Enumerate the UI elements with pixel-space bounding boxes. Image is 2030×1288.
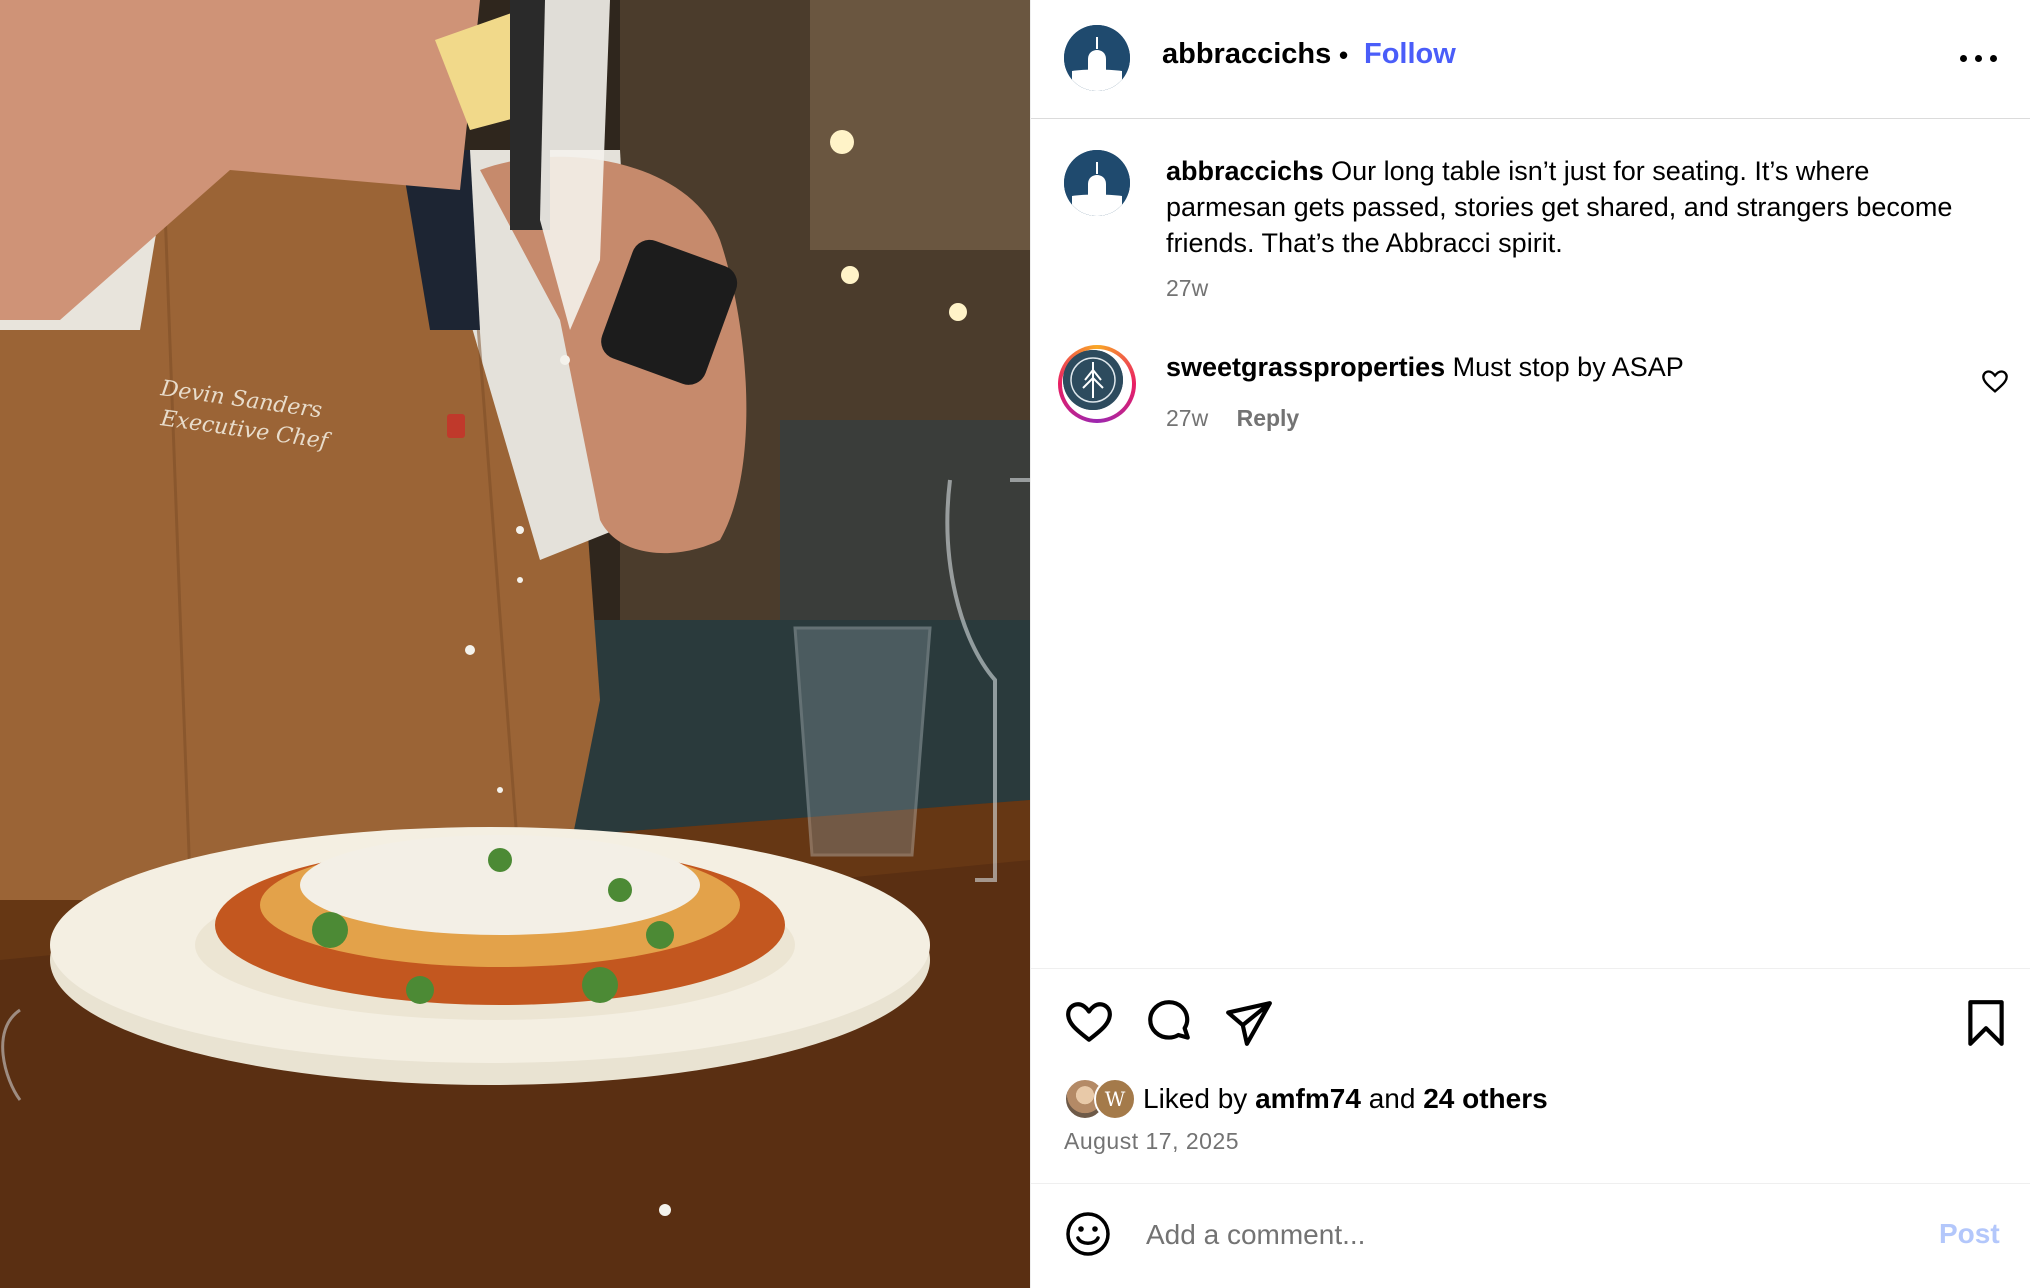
liker-avatar-2[interactable]: W: [1094, 1078, 1136, 1120]
separator-dot: •: [1339, 40, 1349, 70]
comment-timestamp[interactable]: 27w: [1166, 405, 1208, 431]
caption-author-avatar[interactable]: [1064, 150, 1130, 216]
comment-like-heart-icon[interactable]: [1981, 368, 2009, 396]
comment-body: sweetgrassproperties Must stop by ASAP: [1166, 352, 1684, 383]
add-comment-input[interactable]: [1144, 1214, 1908, 1256]
tree-logo-icon: [1063, 350, 1123, 410]
author-avatar[interactable]: [1064, 25, 1130, 91]
commenter-avatar-story-ring[interactable]: [1058, 345, 1136, 423]
commenter-avatar[interactable]: [1063, 350, 1123, 410]
reply-button[interactable]: Reply: [1237, 405, 1300, 431]
share-paper-plane-icon[interactable]: [1224, 998, 1274, 1048]
caption-username[interactable]: abbraccichs: [1166, 156, 1324, 186]
like-heart-icon[interactable]: [1064, 998, 1114, 1048]
liked-by-others-count[interactable]: 24 others: [1423, 1083, 1548, 1114]
author-username[interactable]: abbraccichs: [1162, 38, 1331, 71]
comment-username[interactable]: sweetgrassproperties: [1166, 352, 1445, 382]
post-comment-button[interactable]: Post: [1939, 1218, 2000, 1250]
capitol-logo-icon: [1064, 25, 1130, 91]
liked-by-avatars[interactable]: W: [1064, 1078, 1144, 1120]
capitol-logo-icon: [1064, 150, 1130, 216]
caption-timestamp[interactable]: 27w: [1166, 275, 1208, 302]
food-photo-illustration: Devin Sanders Executive Chef: [0, 0, 1030, 1288]
more-options-icon[interactable]: [1956, 38, 2002, 78]
liked-by-text: Liked by amfm74 and 24 others: [1143, 1083, 1548, 1115]
emoji-icon[interactable]: [1064, 1210, 1112, 1258]
post-photo[interactable]: Devin Sanders Executive Chef: [0, 0, 1030, 1288]
follow-button[interactable]: Follow: [1364, 38, 1456, 71]
liked-by-and: and: [1368, 1083, 1416, 1114]
save-bookmark-icon[interactable]: [1961, 998, 2011, 1048]
post-detail-panel: abbraccichs • Follow abbraccichs Our lon…: [1030, 0, 2030, 1288]
comment-meta: 27w Reply: [1166, 405, 1299, 432]
liked-by-user[interactable]: amfm74: [1255, 1083, 1361, 1114]
post-date[interactable]: August 17, 2025: [1064, 1128, 1239, 1155]
comment-text: Must stop by ASAP: [1452, 352, 1684, 382]
comment-divider: [1031, 1183, 2030, 1184]
caption: abbraccichs Our long table isn’t just fo…: [1166, 153, 1986, 261]
liked-by-prefix: Liked by: [1143, 1083, 1248, 1114]
comment-bubble-icon[interactable]: [1144, 998, 1194, 1048]
actions-divider: [1031, 968, 2030, 969]
post-header: abbraccichs • Follow: [1031, 0, 2030, 119]
